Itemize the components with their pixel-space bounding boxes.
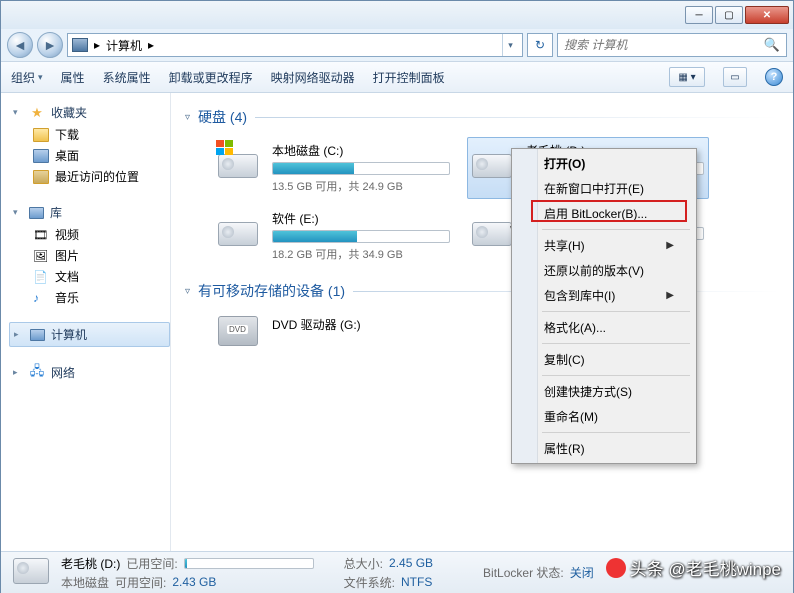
watermark-icon: [606, 558, 626, 578]
ctx-rename[interactable]: 重命名(M): [514, 404, 694, 429]
sidebar-computer[interactable]: ▸ 计算机: [9, 322, 170, 347]
mapdrive-button[interactable]: 映射网络驱动器: [271, 69, 355, 86]
uninstall-button[interactable]: 卸载或更改程序: [169, 69, 253, 86]
sidebar-item-videos[interactable]: 🎞视频: [9, 224, 170, 245]
watermark: 头条 @老毛桃winpe: [606, 555, 781, 580]
ctrlpanel-button[interactable]: 打开控制面板: [373, 69, 445, 86]
chevron-down-icon: ▿: [185, 286, 190, 297]
ctx-include-library[interactable]: 包含到库中(I)▶: [514, 283, 694, 308]
chevron-right-icon: ▸: [14, 329, 24, 340]
breadcrumb-sep: ▸: [94, 38, 100, 52]
drive-icon: [13, 558, 51, 588]
library-icon: [29, 207, 44, 219]
toolbar: 组织 属性 系统属性 卸载或更改程序 映射网络驱动器 打开控制面板 ▦ ▾ ▭ …: [1, 61, 793, 93]
submenu-arrow-icon: ▶: [666, 290, 674, 301]
context-menu: 打开(O) 在新窗口中打开(E) 启用 BitLocker(B)... 共享(H…: [511, 148, 697, 464]
chevron-down-icon: ▿: [185, 112, 190, 123]
drive-label: 本地磁盘 (C:): [272, 142, 450, 159]
usage-bar: [184, 558, 314, 569]
drive-space: 18.2 GB 可用，共 34.9 GB: [272, 246, 450, 262]
music-icon: ♪: [33, 291, 49, 305]
ctx-create-shortcut[interactable]: 创建快捷方式(S): [514, 379, 694, 404]
forward-button[interactable]: ►: [37, 32, 63, 58]
minimize-button[interactable]: ─: [685, 6, 713, 24]
chevron-right-icon: ▸: [13, 367, 23, 378]
address-bar[interactable]: ▸ 计算机 ▸ ▾: [67, 33, 523, 57]
back-button[interactable]: ◄: [7, 32, 33, 58]
search-input[interactable]: [564, 38, 764, 52]
group-harddisk[interactable]: ▿ 硬盘 (4): [185, 103, 779, 131]
desktop-icon: [33, 149, 49, 163]
sidebar-libraries[interactable]: ▾ 库: [9, 201, 170, 224]
usage-bar: [272, 230, 450, 243]
ctx-restore-previous[interactable]: 还原以前的版本(V): [514, 258, 694, 283]
properties-button[interactable]: 属性: [61, 69, 85, 86]
drive-dvd[interactable]: DVD 驱动器 (G:): [213, 311, 455, 357]
ctx-copy[interactable]: 复制(C): [514, 347, 694, 372]
computer-icon: [30, 329, 45, 341]
navbar: ◄ ► ▸ 计算机 ▸ ▾ ↻ 🔍: [1, 29, 793, 61]
document-icon: 📄: [33, 270, 49, 284]
computer-icon: [72, 38, 88, 52]
drive-space: 13.5 GB 可用，共 24.9 GB: [272, 178, 450, 194]
sidebar-item-recent[interactable]: 最近访问的位置: [9, 166, 170, 187]
recent-icon: [33, 170, 49, 184]
explorer-window: ─ ▢ ✕ ◄ ► ▸ 计算机 ▸ ▾ ↻ 🔍 组织 属性 系统属性 卸载或更改…: [0, 0, 794, 593]
sidebar-favorites[interactable]: ▾ ★ 收藏夹: [9, 101, 170, 124]
refresh-button[interactable]: ↻: [527, 33, 553, 57]
video-icon: 🎞: [33, 228, 49, 242]
organize-menu[interactable]: 组织: [11, 69, 43, 86]
dvd-icon: [218, 316, 262, 352]
ctx-share[interactable]: 共享(H)▶: [514, 233, 694, 258]
star-icon: ★: [29, 105, 45, 121]
drive-e[interactable]: 软件 (E:) 18.2 GB 可用，共 34.9 GB: [213, 205, 455, 267]
preview-pane-button[interactable]: ▭: [723, 67, 747, 87]
breadcrumb-sep: ▸: [148, 38, 154, 52]
sidebar-item-pictures[interactable]: 🖼图片: [9, 245, 170, 266]
ctx-open-new-window[interactable]: 在新窗口中打开(E): [514, 176, 694, 201]
ctx-format[interactable]: 格式化(A)...: [514, 315, 694, 340]
search-icon: 🔍: [764, 37, 780, 53]
sidebar-network[interactable]: ▸ 🖧 网络: [9, 361, 170, 384]
network-icon: 🖧: [29, 365, 45, 381]
sysprops-button[interactable]: 系统属性: [103, 69, 151, 86]
drive-icon: [472, 142, 516, 178]
folder-icon: [33, 128, 49, 142]
drive-icon: [218, 210, 262, 246]
chevron-down-icon: ▾: [13, 107, 23, 118]
drive-icon: [218, 142, 262, 178]
breadcrumb-computer[interactable]: 计算机: [106, 37, 142, 54]
picture-icon: 🖼: [33, 249, 49, 263]
help-button[interactable]: ?: [765, 68, 783, 86]
ctx-properties[interactable]: 属性(R): [514, 436, 694, 461]
drive-label: 软件 (E:): [272, 210, 450, 227]
sidebar-item-desktop[interactable]: 桌面: [9, 145, 170, 166]
view-button[interactable]: ▦ ▾: [669, 67, 705, 87]
content-area: ▿ 硬盘 (4) 本地磁盘 (C:) 13.5 GB 可用，共 24.9 GB: [171, 93, 793, 551]
sidebar-item-documents[interactable]: 📄文档: [9, 266, 170, 287]
submenu-arrow-icon: ▶: [666, 240, 674, 251]
drive-c[interactable]: 本地磁盘 (C:) 13.5 GB 可用，共 24.9 GB: [213, 137, 455, 199]
usage-bar: [272, 162, 450, 175]
ctx-enable-bitlocker[interactable]: 启用 BitLocker(B)...: [514, 201, 694, 226]
maximize-button[interactable]: ▢: [715, 6, 743, 24]
ctx-open[interactable]: 打开(O): [514, 151, 694, 176]
status-name: 老毛桃 (D:): [61, 555, 120, 572]
titlebar: ─ ▢ ✕: [1, 1, 793, 29]
drive-icon: [472, 210, 516, 246]
close-button[interactable]: ✕: [745, 6, 789, 24]
status-type: 本地磁盘: [61, 574, 109, 591]
sidebar-item-music[interactable]: ♪音乐: [9, 287, 170, 308]
address-dropdown[interactable]: ▾: [502, 34, 518, 56]
chevron-down-icon: ▾: [13, 207, 23, 218]
drive-label: DVD 驱动器 (G:): [272, 316, 450, 333]
search-box[interactable]: 🔍: [557, 33, 787, 57]
sidebar: ▾ ★ 收藏夹 下载 桌面 最近访问的位置 ▾ 库 🎞视频 🖼图片 📄文档 ♪音…: [1, 93, 171, 551]
sidebar-item-downloads[interactable]: 下载: [9, 124, 170, 145]
